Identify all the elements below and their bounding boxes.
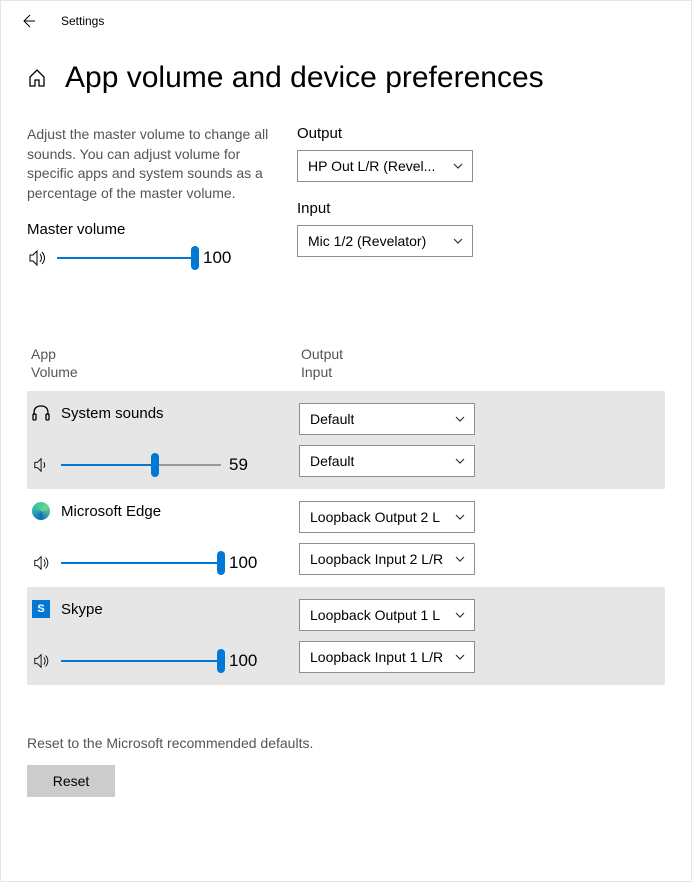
edge-icon	[31, 501, 51, 521]
app-header: App	[31, 345, 301, 363]
master-slider-row: 100	[27, 246, 277, 270]
master-volume-slider[interactable]	[57, 246, 195, 270]
speaker-icon[interactable]	[31, 554, 53, 572]
headphones-icon	[31, 403, 51, 423]
top-section: Adjust the master volume to change all s…	[27, 125, 665, 275]
device-column: Output HP Out L/R (Revel... Input Mic 1/…	[297, 125, 487, 275]
speaker-icon[interactable]	[31, 652, 53, 670]
chevron-down-icon	[454, 609, 466, 621]
app-volume-slider[interactable]	[61, 551, 221, 575]
output-device-dropdown[interactable]: HP Out L/R (Revel...	[297, 150, 473, 182]
titlebar-title: Settings	[61, 14, 104, 28]
chevron-down-icon	[454, 413, 466, 425]
master-description: Adjust the master volume to change all s…	[27, 125, 277, 203]
input-header: Input	[301, 363, 343, 381]
speaker-icon[interactable]	[31, 456, 53, 474]
master-volume-value: 100	[203, 248, 233, 268]
app-input-dropdown[interactable]: Loopback Input 1 L/R	[299, 641, 475, 673]
app-output-dropdown[interactable]: Loopback Output 2 L	[299, 501, 475, 533]
app-row-skype: S Skype 100 Loopback Output 1 L	[27, 587, 665, 685]
app-volume-value: 100	[229, 651, 259, 671]
app-volume-value: 100	[229, 553, 259, 573]
home-icon[interactable]	[27, 68, 47, 88]
input-device-selected: Mic 1/2 (Revelator)	[308, 233, 426, 249]
app-name: Skype	[61, 601, 103, 618]
app-input-dropdown[interactable]: Default	[299, 445, 475, 477]
chevron-down-icon	[454, 511, 466, 523]
input-device-dropdown[interactable]: Mic 1/2 (Revelator)	[297, 225, 473, 257]
content: App volume and device preferences Adjust…	[1, 41, 691, 797]
app-list-headers: App Volume Output Input	[27, 345, 665, 391]
app-input-dropdown[interactable]: Loopback Input 2 L/R	[299, 543, 475, 575]
arrow-left-icon	[20, 13, 36, 29]
back-button[interactable]	[19, 12, 37, 30]
master-column: Adjust the master volume to change all s…	[27, 125, 277, 275]
chevron-down-icon	[454, 553, 466, 565]
master-volume-label: Master volume	[27, 221, 277, 238]
app-row-edge: Microsoft Edge 100 Loopback Output 2 L	[27, 489, 665, 587]
volume-header: Volume	[31, 363, 301, 381]
input-label: Input	[297, 200, 487, 217]
chevron-down-icon	[454, 455, 466, 467]
app-output-dropdown[interactable]: Default	[299, 403, 475, 435]
app-name: Microsoft Edge	[61, 503, 161, 520]
chevron-down-icon	[452, 160, 464, 172]
output-device-selected: HP Out L/R (Revel...	[308, 158, 435, 174]
app-output-dropdown[interactable]: Loopback Output 1 L	[299, 599, 475, 631]
reset-button[interactable]: Reset	[27, 765, 115, 797]
titlebar: Settings	[1, 1, 691, 41]
page-heading: App volume and device preferences	[27, 61, 665, 95]
chevron-down-icon	[452, 235, 464, 247]
skype-icon: S	[31, 599, 51, 619]
reset-text: Reset to the Microsoft recommended defau…	[27, 735, 665, 751]
output-label: Output	[297, 125, 487, 142]
speaker-icon[interactable]	[27, 248, 49, 268]
app-volume-slider[interactable]	[61, 453, 221, 477]
app-row-system-sounds: System sounds 59 Default Default	[27, 391, 665, 489]
page-title: App volume and device preferences	[65, 61, 544, 95]
chevron-down-icon	[454, 651, 466, 663]
output-header: Output	[301, 345, 343, 363]
app-name: System sounds	[61, 405, 164, 422]
reset-section: Reset to the Microsoft recommended defau…	[27, 735, 665, 797]
app-volume-slider[interactable]	[61, 649, 221, 673]
app-volume-value: 59	[229, 455, 259, 475]
